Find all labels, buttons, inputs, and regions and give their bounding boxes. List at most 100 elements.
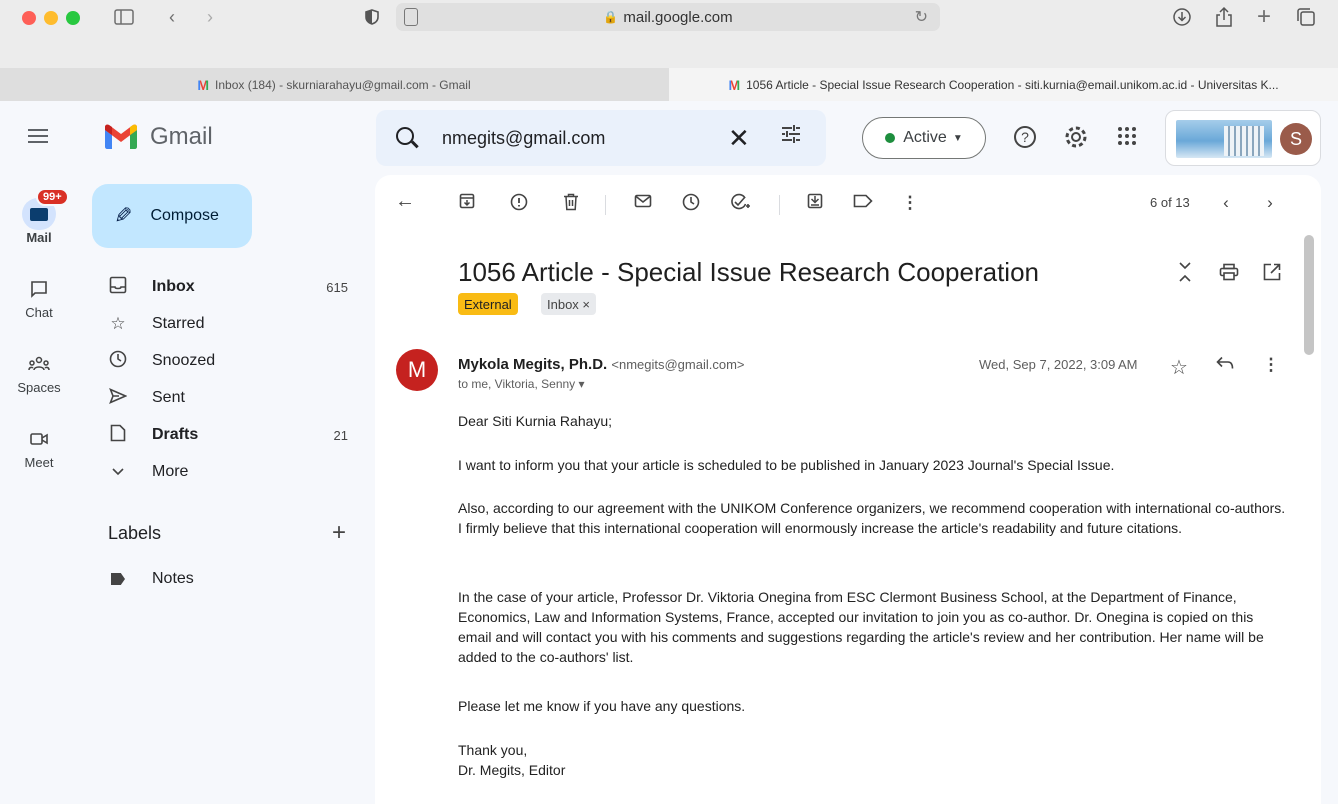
clock-icon bbox=[108, 350, 128, 373]
print-icon[interactable] bbox=[1218, 263, 1240, 286]
main-menu-icon[interactable] bbox=[28, 129, 48, 143]
compose-label: Compose bbox=[150, 207, 219, 224]
report-spam-icon[interactable] bbox=[508, 193, 530, 216]
clear-search-icon[interactable]: ✕ bbox=[728, 123, 750, 154]
label-notes[interactable]: Notes bbox=[108, 561, 358, 597]
sender-avatar[interactable]: M bbox=[396, 349, 438, 391]
nav-starred[interactable]: ☆ Starred bbox=[108, 306, 358, 342]
snooze-icon[interactable] bbox=[680, 193, 702, 216]
move-to-icon[interactable] bbox=[804, 193, 826, 214]
tab-inbox[interactable]: M Inbox (184) - skurniarahayu@gmail.com … bbox=[0, 68, 668, 101]
sender-name[interactable]: Mykola Megits, Ph.D. bbox=[458, 356, 607, 373]
nav-label: Drafts bbox=[152, 426, 199, 443]
video-camera-icon bbox=[22, 423, 56, 455]
draft-icon bbox=[108, 424, 128, 447]
download-icon[interactable] bbox=[1170, 4, 1194, 30]
mail-icon: 99+ bbox=[22, 188, 69, 230]
body-closing: Thank you, bbox=[458, 742, 528, 758]
gmail-wordmark: Gmail bbox=[150, 123, 213, 150]
delete-icon[interactable] bbox=[560, 193, 582, 216]
status-dot-icon bbox=[885, 133, 896, 143]
search-options-icon[interactable] bbox=[780, 123, 802, 151]
gmail-favicon-icon: M bbox=[197, 76, 210, 93]
nav-more[interactable]: More bbox=[108, 454, 358, 490]
rail-label: Chat bbox=[25, 305, 53, 320]
rail-label: Mail bbox=[26, 230, 52, 245]
search-icon[interactable] bbox=[396, 127, 414, 145]
search-input[interactable] bbox=[442, 124, 722, 152]
inbox-icon bbox=[108, 276, 128, 299]
zoom-window-button[interactable] bbox=[66, 11, 80, 25]
nav-drafts[interactable]: Drafts 21 bbox=[108, 417, 358, 453]
label-icon[interactable] bbox=[852, 193, 874, 213]
nav-label: Inbox bbox=[152, 278, 195, 295]
unread-badge: 99+ bbox=[36, 188, 69, 206]
tab-article[interactable]: M 1056 Article - Special Issue Research … bbox=[669, 68, 1338, 101]
star-message-icon[interactable]: ☆ bbox=[1168, 355, 1190, 380]
new-tab-icon[interactable]: + bbox=[1252, 3, 1276, 30]
add-label-icon[interactable]: + bbox=[332, 519, 346, 547]
tab-title: Inbox (184) - skurniarahayu@gmail.com - … bbox=[215, 77, 471, 92]
gmail-logo[interactable]: Gmail bbox=[104, 123, 213, 151]
recipients-toggle[interactable]: to me, Viktoria, Senny ▾ bbox=[458, 377, 585, 391]
sender-email: <nmegits@gmail.com> bbox=[611, 357, 745, 372]
labels-heading: Labels bbox=[108, 523, 162, 543]
rail-label: Meet bbox=[24, 455, 54, 470]
reload-icon[interactable]: ↻ bbox=[915, 7, 928, 27]
body-paragraph: I want to inform you that your article i… bbox=[458, 457, 1115, 473]
account-switcher[interactable]: S bbox=[1165, 110, 1321, 166]
external-chip: External bbox=[458, 293, 518, 315]
star-icon: ☆ bbox=[110, 314, 126, 333]
organization-logo bbox=[1176, 120, 1272, 158]
page-icon bbox=[404, 8, 418, 26]
send-icon bbox=[108, 387, 128, 409]
tab-title: 1056 Article - Special Issue Research Co… bbox=[746, 77, 1279, 92]
mark-unread-icon[interactable] bbox=[632, 193, 654, 213]
open-in-new-window-icon[interactable] bbox=[1261, 263, 1283, 286]
rail-label: Spaces bbox=[17, 380, 61, 395]
minimize-window-button[interactable] bbox=[44, 11, 58, 25]
sidebar-toggle-icon[interactable] bbox=[112, 4, 136, 30]
rail-mail[interactable]: 99+ Mail bbox=[0, 188, 78, 245]
nav-label: More bbox=[152, 463, 189, 480]
compose-button[interactable]: ✎ Compose bbox=[92, 184, 252, 248]
rail-chat[interactable]: Chat bbox=[0, 273, 78, 320]
older-icon[interactable]: › bbox=[1259, 193, 1281, 213]
profile-avatar[interactable]: S bbox=[1280, 123, 1312, 155]
forward-icon[interactable]: › bbox=[200, 4, 220, 30]
nav-snoozed[interactable]: Snoozed bbox=[108, 343, 358, 379]
nav-sent[interactable]: Sent bbox=[108, 380, 358, 416]
help-icon[interactable]: ? bbox=[1012, 125, 1038, 155]
settings-gear-icon[interactable] bbox=[1063, 125, 1089, 155]
toolbar-divider bbox=[779, 195, 780, 215]
spaces-icon bbox=[22, 348, 56, 380]
nav-label: Starred bbox=[152, 315, 205, 332]
close-window-button[interactable] bbox=[22, 11, 36, 25]
rail-spaces[interactable]: Spaces bbox=[0, 348, 78, 395]
message-view: ← ⋮ 6 of 13 ‹ › 1056 Article - Special I… bbox=[375, 175, 1321, 804]
archive-icon[interactable] bbox=[456, 193, 478, 214]
body-paragraph: Also, according to our agreement with th… bbox=[458, 500, 1286, 536]
newer-icon[interactable]: ‹ bbox=[1215, 193, 1237, 213]
gmail-logo-icon bbox=[105, 124, 137, 149]
shield-icon[interactable] bbox=[362, 4, 382, 30]
back-icon[interactable]: ‹ bbox=[162, 4, 182, 30]
inbox-label-chip[interactable]: Inbox × bbox=[541, 293, 597, 315]
message-more-icon[interactable]: ⋮ bbox=[1260, 355, 1282, 375]
gmail-favicon-icon: M bbox=[728, 76, 741, 93]
add-task-icon[interactable] bbox=[729, 193, 751, 216]
collapse-all-icon[interactable] bbox=[1174, 261, 1196, 288]
nav-count: 21 bbox=[333, 427, 348, 443]
reply-icon[interactable] bbox=[1214, 355, 1236, 375]
apps-grid-icon[interactable] bbox=[1114, 125, 1140, 153]
tab-overview-icon[interactable] bbox=[1294, 4, 1318, 30]
pencil-icon: ✎ bbox=[114, 203, 133, 228]
address-bar[interactable]: 🔒 mail.google.com ↻ bbox=[396, 3, 940, 31]
rail-meet[interactable]: Meet bbox=[0, 423, 78, 470]
share-icon[interactable] bbox=[1212, 4, 1236, 30]
scrollbar[interactable] bbox=[1304, 235, 1314, 355]
more-vert-icon[interactable]: ⋮ bbox=[899, 193, 921, 213]
status-selector[interactable]: Active ▼ bbox=[862, 117, 986, 159]
nav-inbox[interactable]: Inbox 615 bbox=[108, 269, 358, 305]
back-to-inbox-icon[interactable]: ← bbox=[394, 190, 416, 213]
